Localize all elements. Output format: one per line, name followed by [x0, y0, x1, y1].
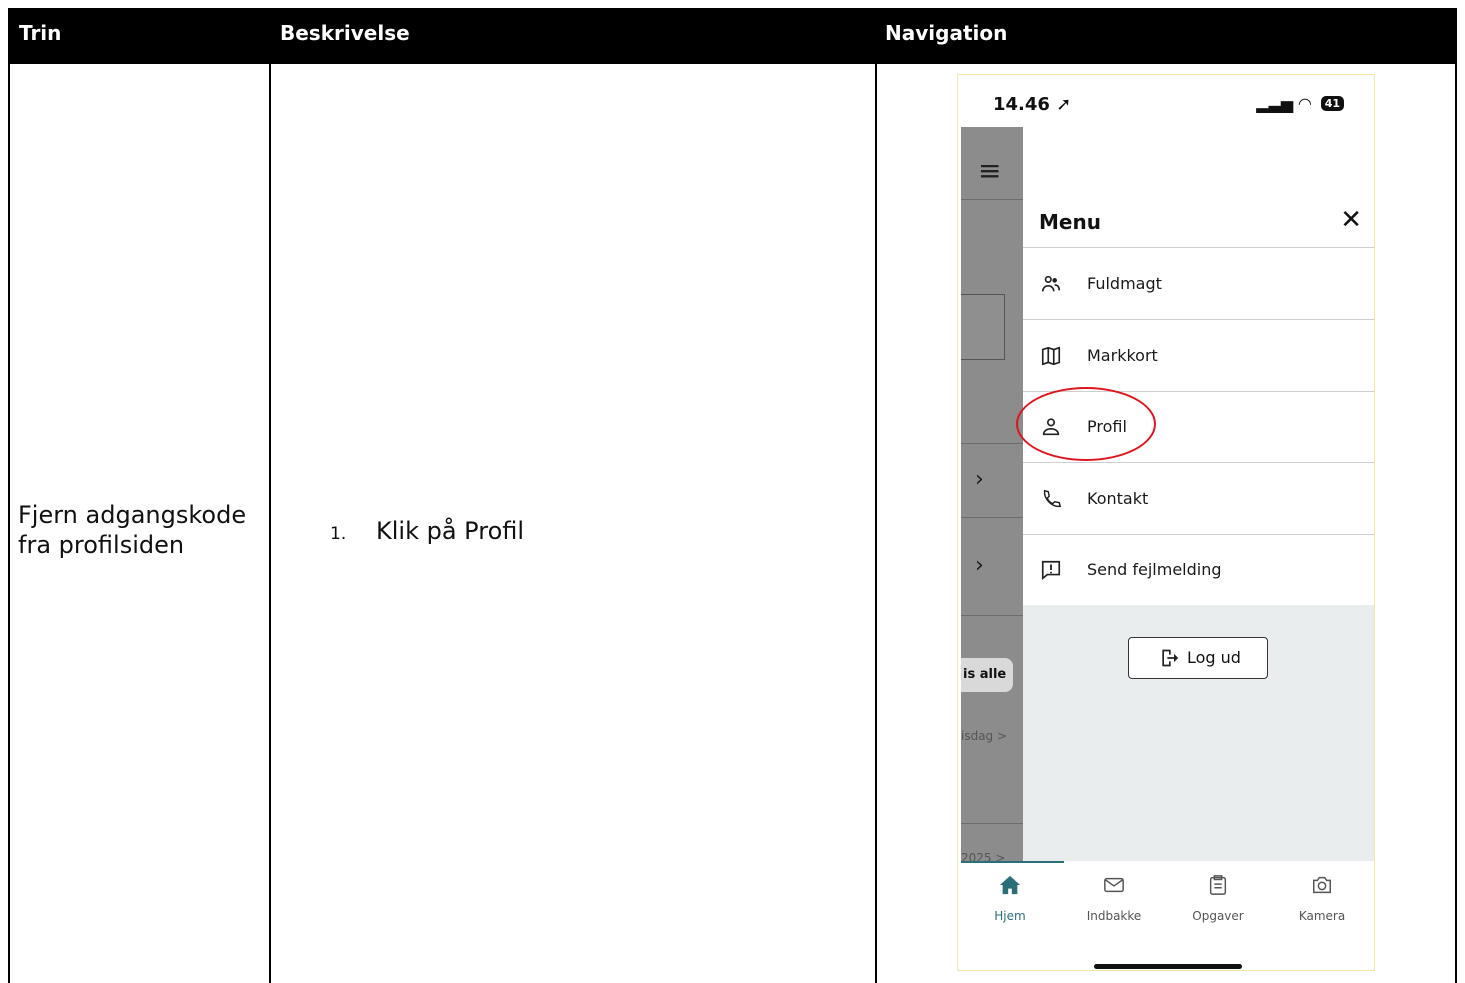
- clipboard-icon: [1209, 875, 1227, 895]
- dimmed-background[interactable]: ≡ › › is alle isdag > 2025 >: [961, 127, 1023, 917]
- divider: [961, 517, 1023, 518]
- tab-kamera[interactable]: Kamera: [1270, 861, 1374, 923]
- step-text: Klik på Profil: [376, 517, 525, 545]
- status-icons: ▂▃▅ ◠ 41: [1256, 94, 1344, 113]
- tab-label: Opgaver: [1192, 909, 1244, 923]
- home-indicator: [1094, 964, 1242, 969]
- table-border: [1455, 64, 1457, 983]
- phone-screenshot: 14.46 ➚ ▂▃▅ ◠ 41 ≡ › › is alle isdag > 2…: [957, 74, 1375, 971]
- menu-item-markkort[interactable]: Markkort: [1023, 321, 1374, 392]
- people-icon: [1041, 275, 1061, 292]
- battery-icon: 41: [1320, 96, 1344, 111]
- tab-hjem[interactable]: Hjem: [958, 861, 1062, 923]
- logout-button[interactable]: Log ud: [1128, 637, 1268, 679]
- hamburger-icon[interactable]: ≡: [978, 154, 1001, 187]
- menu-item-label: Markkort: [1087, 346, 1158, 365]
- logout-label: Log ud: [1187, 648, 1241, 667]
- background-text: isdag >: [961, 729, 1008, 743]
- menu-item-label: Kontakt: [1087, 489, 1149, 508]
- status-bar: 14.46 ➚ ▂▃▅ ◠ 41: [958, 75, 1374, 131]
- menu-item-fuldmagt[interactable]: Fuldmagt: [1023, 249, 1374, 320]
- menu-item-kontakt[interactable]: Kontakt: [1023, 464, 1374, 535]
- step-item: 1. Klik på Profil: [330, 516, 524, 549]
- signal-icon: ▂▃▅: [1256, 94, 1294, 113]
- header-trin: Trin: [19, 21, 62, 45]
- background-card: [961, 294, 1005, 360]
- status-time: 14.46 ➚: [993, 94, 1072, 115]
- divider: [961, 443, 1023, 444]
- table-border: [875, 64, 877, 983]
- home-icon: [999, 875, 1021, 895]
- location-arrow-icon: ➚: [1056, 94, 1072, 115]
- tab-label: Kamera: [1298, 909, 1346, 923]
- trin-cell: Fjern adgangskode fra profilsiden: [18, 501, 247, 559]
- menu-item-send-fejlmelding[interactable]: Send fejlmelding: [1023, 535, 1374, 606]
- phone-icon: [1043, 489, 1062, 508]
- logout-icon: [1162, 649, 1179, 667]
- tab-label: Hjem: [994, 909, 1026, 923]
- divider: [961, 199, 1023, 200]
- profil-highlight-circle: [1016, 387, 1156, 461]
- mail-icon: [1104, 877, 1124, 893]
- table-border: [8, 64, 10, 983]
- wifi-icon: ◠: [1298, 94, 1312, 113]
- menu-item-label: Fuldmagt: [1087, 274, 1162, 293]
- chevron-right-icon: ›: [975, 553, 984, 578]
- tab-indbakke[interactable]: Indbakke: [1062, 861, 1166, 923]
- map-icon: [1041, 346, 1061, 366]
- header-navigation: Navigation: [885, 21, 1008, 45]
- see-all-pill: is alle: [961, 658, 1013, 692]
- menu-header: Menu ✕: [1023, 193, 1374, 248]
- divider: [961, 823, 1023, 824]
- tab-label: Indbakke: [1086, 909, 1142, 923]
- menu-title: Menu: [1039, 210, 1101, 234]
- chevron-right-icon: ›: [975, 467, 984, 492]
- divider: [961, 615, 1023, 616]
- menu-item-label: Send fejlmelding: [1087, 560, 1222, 579]
- tab-opgaver[interactable]: Opgaver: [1166, 861, 1270, 923]
- camera-icon: [1313, 876, 1331, 894]
- close-icon[interactable]: ✕: [1340, 205, 1362, 235]
- table-header-row: Trin Beskrivelse Navigation: [8, 8, 1457, 64]
- step-number: 1.: [330, 524, 347, 544]
- report-icon: [1041, 560, 1061, 580]
- table-border: [269, 64, 271, 983]
- bottom-tab-bar: Hjem Indbakke Opgaver Kamera: [958, 861, 1374, 970]
- header-beskrivelse: Beskrivelse: [280, 21, 410, 45]
